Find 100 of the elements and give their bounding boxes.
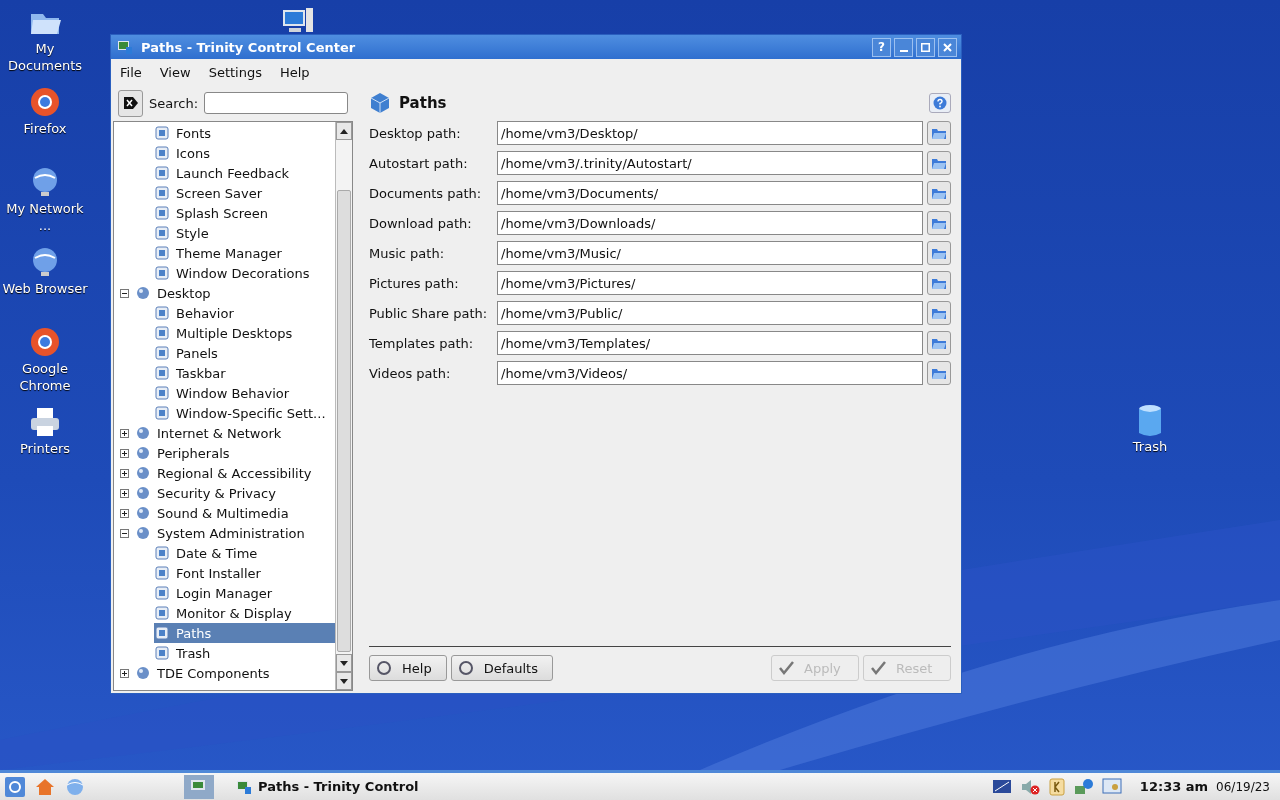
close-button[interactable] [938, 37, 957, 57]
desktop-shortcut[interactable]: Trash [1110, 404, 1190, 455]
network-icon[interactable] [1073, 777, 1094, 796]
category-icon [135, 285, 151, 301]
desktop-shortcut[interactable]: My Documents [0, 4, 90, 84]
path-field[interactable]: /home/vm3/Desktop/ [497, 121, 923, 145]
taskbar-task[interactable]: Paths - Trinity Control [236, 778, 419, 795]
expand-icon[interactable] [120, 488, 129, 498]
desktop-pager-button[interactable] [184, 774, 214, 799]
tree-item[interactable]: Window Behavior [114, 383, 335, 403]
tree-item[interactable]: Screen Saver [114, 183, 335, 203]
display-icon[interactable] [991, 777, 1012, 796]
tree-item[interactable]: Monitor & Display [114, 603, 335, 623]
tree-item[interactable]: System Administration [114, 523, 335, 543]
tree-item[interactable]: Font Installer [114, 563, 335, 583]
browse-button[interactable] [927, 271, 951, 295]
keyboard-icon[interactable] [1047, 777, 1066, 796]
path-field[interactable]: /home/vm3/Videos/ [497, 361, 923, 385]
tree-item[interactable]: Taskbar [114, 363, 335, 383]
menu-item[interactable]: Settings [208, 64, 262, 80]
monitor-icon [117, 39, 133, 55]
path-label: Desktop path: [369, 125, 462, 141]
tree-item[interactable]: Paths [154, 623, 335, 643]
tree-item[interactable]: Regional & Accessibility [114, 463, 335, 483]
tree-item[interactable]: TDE Components [114, 663, 335, 683]
tree-item[interactable]: Panels [114, 343, 335, 363]
tree-item[interactable]: Internet & Network [114, 423, 335, 443]
search-field[interactable] [204, 92, 349, 114]
module-icon [154, 325, 170, 341]
tree-item[interactable]: Behavior [114, 303, 335, 323]
desktop-shortcut[interactable]: My Network ... [0, 164, 90, 244]
category-icon [135, 425, 151, 441]
tree-item[interactable]: Window Decorations [114, 263, 335, 283]
menu-item[interactable]: View [159, 64, 191, 80]
path-field[interactable]: /home/vm3/Documents/ [497, 181, 923, 205]
tree-item[interactable]: Splash Screen [114, 203, 335, 223]
browse-button[interactable] [927, 151, 951, 175]
browse-button[interactable] [927, 121, 951, 145]
path-field[interactable]: /home/vm3/Music/ [497, 241, 923, 265]
module-icon [154, 225, 170, 241]
collapse-icon[interactable] [120, 288, 129, 298]
module-icon [154, 245, 170, 261]
expand-icon[interactable] [120, 508, 129, 518]
desktop-shortcut[interactable]: Printers [0, 404, 90, 484]
tree-item[interactable]: Sound & Multimedia [114, 503, 335, 523]
tree-item[interactable]: Trash [114, 643, 335, 663]
browse-button[interactable] [927, 181, 951, 205]
desktop-shortcut[interactable]: Google Chrome [0, 324, 90, 404]
window-title: Paths - Trinity Control Center [141, 39, 356, 55]
expand-icon[interactable] [120, 468, 129, 478]
menu-item[interactable]: Help [279, 64, 310, 80]
tree-item[interactable]: Theme Manager [114, 243, 335, 263]
tree-item[interactable]: Security & Privacy [114, 483, 335, 503]
collapse-icon[interactable] [120, 528, 129, 538]
desktop-shortcut[interactable]: Web Browser [0, 244, 90, 324]
minimize-button[interactable] [894, 37, 913, 57]
path-field[interactable]: /home/vm3/Downloads/ [497, 211, 923, 235]
date[interactable]: 06/19/23 [1216, 779, 1270, 794]
browse-button[interactable] [927, 301, 951, 325]
user-window-icon[interactable] [1101, 777, 1122, 796]
maximize-button[interactable] [916, 37, 935, 57]
path-field[interactable]: /home/vm3/Public/ [497, 301, 923, 325]
menu-item[interactable]: File [120, 64, 142, 80]
tree-item[interactable]: Style [114, 223, 335, 243]
tree-item[interactable]: Launch Feedback [114, 163, 335, 183]
dialog-button[interactable]: Defaults [450, 655, 553, 681]
tree-item[interactable]: Login Manager [114, 583, 335, 603]
tree-item[interactable]: Fonts [114, 123, 335, 143]
expand-icon[interactable] [120, 448, 129, 458]
category-icon [135, 525, 151, 541]
module-icon [154, 125, 170, 141]
clock[interactable]: 12:33 am [1139, 779, 1209, 794]
path-label: Autostart path: [369, 155, 469, 171]
tree-item[interactable]: Desktop [114, 283, 335, 303]
dialog-button[interactable]: Help [369, 655, 447, 681]
module-icon [154, 545, 170, 561]
help-button[interactable]: ? [872, 37, 891, 57]
browse-button[interactable] [927, 211, 951, 235]
browse-button[interactable] [927, 331, 951, 355]
tree-item[interactable]: Window-Specific Sett... [114, 403, 335, 423]
path-field[interactable]: /home/vm3/Pictures/ [497, 271, 923, 295]
expand-icon[interactable] [120, 668, 129, 678]
whats-this-button[interactable] [929, 93, 951, 113]
muted-speaker-icon[interactable] [1019, 777, 1040, 796]
folder-icon [931, 186, 947, 200]
button-icon [376, 660, 392, 676]
tree-item[interactable]: Icons [114, 143, 335, 163]
tree-item[interactable]: Peripherals [114, 443, 335, 463]
expand-icon[interactable] [120, 428, 129, 438]
browse-button[interactable] [927, 361, 951, 385]
tree-item[interactable]: Date & Time [114, 543, 335, 563]
desktop-shortcut[interactable]: Firefox [0, 84, 90, 164]
path-field[interactable]: /home/vm3/.trinity/Autostart/ [497, 151, 923, 175]
scrollbar[interactable] [335, 122, 352, 690]
search-label: Search: [149, 95, 199, 111]
clear-search-button[interactable] [118, 89, 143, 117]
path-field[interactable]: /home/vm3/Templates/ [497, 331, 923, 355]
tree-item[interactable]: Multiple Desktops [114, 323, 335, 343]
browse-button[interactable] [927, 241, 951, 265]
start-menu-icon[interactable] [4, 775, 26, 798]
